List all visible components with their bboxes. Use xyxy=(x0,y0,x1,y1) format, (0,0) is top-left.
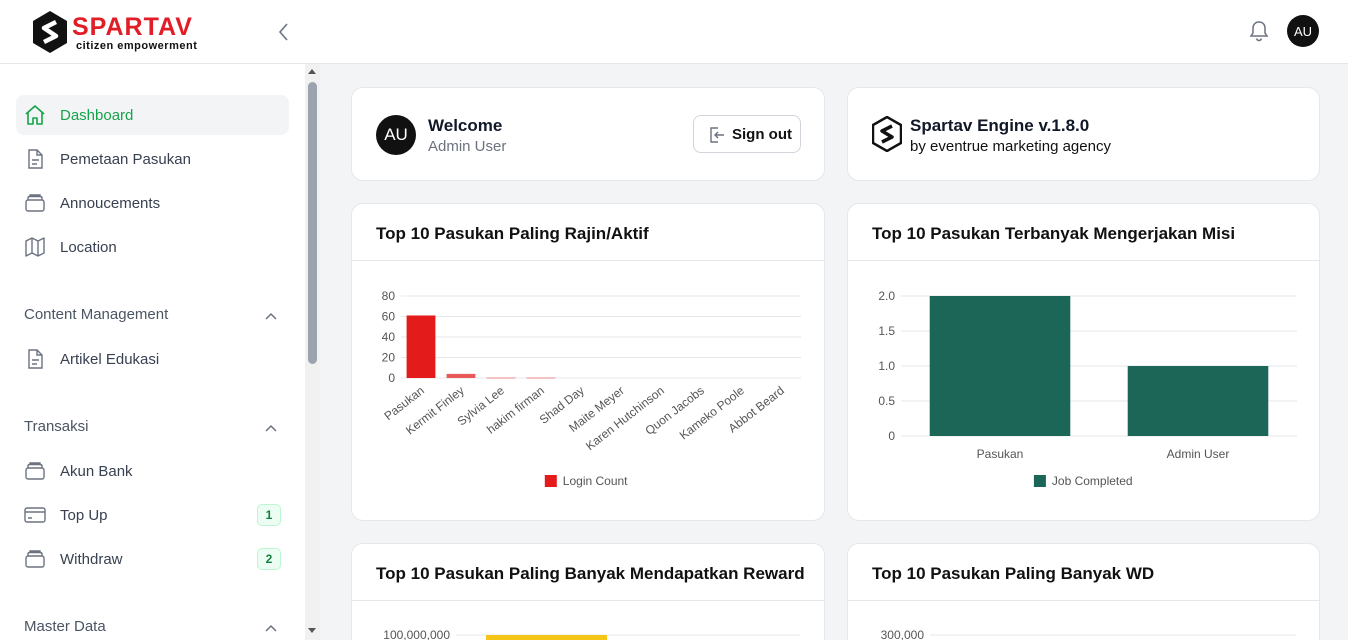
y-tick-label: 20 xyxy=(382,351,396,365)
brand-name: SPARTAV xyxy=(72,13,193,41)
y-tick-label: 100,000,000 xyxy=(383,628,450,640)
sidebar-item-label: Annoucements xyxy=(60,195,161,212)
welcome-avatar: AU xyxy=(376,115,416,155)
y-tick-label: 80 xyxy=(382,289,396,303)
legend-swatch xyxy=(544,475,557,487)
sidebar-item-label: Pemetaan Pasukan xyxy=(60,151,191,168)
user-avatar[interactable]: AU xyxy=(1287,15,1319,47)
legend-label: Login Count xyxy=(563,474,628,488)
chevron-up-icon xyxy=(265,424,277,432)
home-icon xyxy=(25,105,45,125)
bar xyxy=(1127,366,1269,436)
y-tick-label: 300,000 xyxy=(881,628,925,640)
bar xyxy=(446,373,476,378)
y-tick-label: 40 xyxy=(382,330,396,344)
count-badge: 1 xyxy=(257,504,281,526)
section-title: Transaksi xyxy=(24,418,89,435)
engine-card: Spartav Engine v.1.8.0 by eventrue marke… xyxy=(847,87,1320,181)
section-master-data[interactable]: Master Data xyxy=(24,618,282,640)
engine-title: Spartav Engine v.1.8.0 xyxy=(910,116,1090,135)
chevron-left-icon xyxy=(278,23,288,41)
sidebar-item-label: Dashboard xyxy=(60,107,134,124)
scroll-up-arrow-icon[interactable] xyxy=(308,69,316,74)
bell-icon xyxy=(1249,21,1269,42)
y-tick-label: 0.5 xyxy=(878,394,895,408)
y-tick-label: 1.0 xyxy=(878,359,895,373)
stack-icon xyxy=(25,462,45,480)
bar xyxy=(526,376,556,379)
sidebar-item-artikel-edukasi[interactable]: Artikel Edukasi xyxy=(16,339,289,379)
count-badge: 2 xyxy=(257,548,281,570)
x-tick-label: Admin User xyxy=(1167,447,1230,461)
sidebar: Dashboard Pemetaan Pasukan Annoucements … xyxy=(0,64,320,640)
sidebar-item-label: Artikel Edukasi xyxy=(60,351,160,368)
sidebar-item-label: Top Up xyxy=(60,507,108,524)
chart-login-count: 020406080PasukanKermit FinleySylvia Leeh… xyxy=(381,289,801,488)
document-icon xyxy=(28,149,43,169)
credit-card-icon xyxy=(24,507,46,523)
section-title: Content Management xyxy=(24,306,169,323)
scroll-down-arrow-icon[interactable] xyxy=(308,628,316,633)
chart-job-completed: 0 0.5 1.0 1.5 2.0 Pasukan Admin User Job Comple… xyxy=(878,289,1297,488)
chart-title: Top 10 Pasukan Paling Banyak Mendapatkan… xyxy=(376,564,805,583)
chevron-up-icon xyxy=(265,312,277,320)
y-tick-label: 60 xyxy=(382,310,396,324)
chart-wd: 300,000 xyxy=(881,628,1296,640)
spartav-logo-icon xyxy=(33,11,67,53)
sidebar-item-top-up[interactable]: Top Up 1 xyxy=(16,495,289,535)
chart-card-misi: Top 10 Pasukan Terbanyak Mengerjakan Mis… xyxy=(847,203,1320,521)
chart-title: Top 10 Pasukan Paling Banyak WD xyxy=(872,564,1155,583)
sidebar-item-akun-bank[interactable]: Akun Bank xyxy=(16,451,289,491)
y-tick-label: 0 xyxy=(388,371,395,385)
section-content-management[interactable]: Content Management xyxy=(24,306,282,330)
chart-card-reward: Top 10 Pasukan Paling Banyak Mendapatkan… xyxy=(351,543,825,640)
brand-tagline: citizen empowerment xyxy=(76,40,198,52)
sidebar-item-annoucements[interactable]: Annoucements xyxy=(16,183,289,223)
chart-title: Top 10 Pasukan Terbanyak Mengerjakan Mis… xyxy=(872,224,1236,243)
bar xyxy=(406,315,436,378)
y-tick-label: 1.5 xyxy=(878,324,895,338)
sidebar-item-dashboard[interactable]: Dashboard xyxy=(16,95,289,135)
stack-icon xyxy=(25,550,45,568)
welcome-title: Welcome xyxy=(428,116,503,135)
scrollbar-thumb[interactable] xyxy=(308,82,317,364)
bar xyxy=(929,296,1071,436)
chart-card-rajin-aktif: Top 10 Pasukan Paling Rajin/Aktif 0 20 40 6… xyxy=(351,203,825,521)
spartav-logo-icon xyxy=(872,116,902,152)
legend-swatch xyxy=(1033,475,1046,487)
notification-button[interactable] xyxy=(1248,19,1270,43)
sign-out-icon xyxy=(710,127,724,143)
top-header: SPARTAV citizen empowerment AU xyxy=(0,0,1348,64)
sidebar-item-label: Withdraw xyxy=(60,551,123,568)
y-tick-label: 0 xyxy=(888,429,895,443)
document-icon xyxy=(28,349,43,369)
sidebar-item-withdraw[interactable]: Withdraw 2 xyxy=(16,539,289,579)
brand-logo[interactable]: SPARTAV citizen empowerment xyxy=(32,8,212,56)
x-tick-label: Pasukan xyxy=(977,447,1024,461)
map-icon xyxy=(25,237,45,257)
section-transaksi[interactable]: Transaksi xyxy=(24,418,282,442)
sidebar-item-label: Location xyxy=(60,239,117,256)
welcome-card: AU Welcome Admin User Sign out xyxy=(351,87,825,181)
section-title: Master Data xyxy=(24,618,106,635)
sidebar-collapse-button[interactable] xyxy=(272,20,296,44)
legend-label: Job Completed xyxy=(1052,474,1133,488)
sidebar-item-pemetaan-pasukan[interactable]: Pemetaan Pasukan xyxy=(16,139,289,179)
bar xyxy=(486,635,607,640)
sidebar-scrollbar[interactable] xyxy=(305,64,320,640)
bar xyxy=(486,376,516,379)
chevron-up-icon xyxy=(265,624,277,632)
sidebar-item-location[interactable]: Location xyxy=(16,227,289,267)
sidebar-item-label: Akun Bank xyxy=(60,463,133,480)
sign-out-label: Sign out xyxy=(732,126,792,143)
y-tick-label: 2.0 xyxy=(878,289,895,303)
engine-subtitle: by eventrue marketing agency xyxy=(910,138,1111,155)
chart-card-wd: Top 10 Pasukan Paling Banyak WD 300,000 xyxy=(847,543,1320,640)
chart-title: Top 10 Pasukan Paling Rajin/Aktif xyxy=(376,224,649,243)
sign-out-button[interactable]: Sign out xyxy=(693,115,801,153)
welcome-user-name: Admin User xyxy=(428,138,507,155)
chart-reward: 100,000,000 xyxy=(383,628,800,640)
stack-icon xyxy=(25,194,45,212)
